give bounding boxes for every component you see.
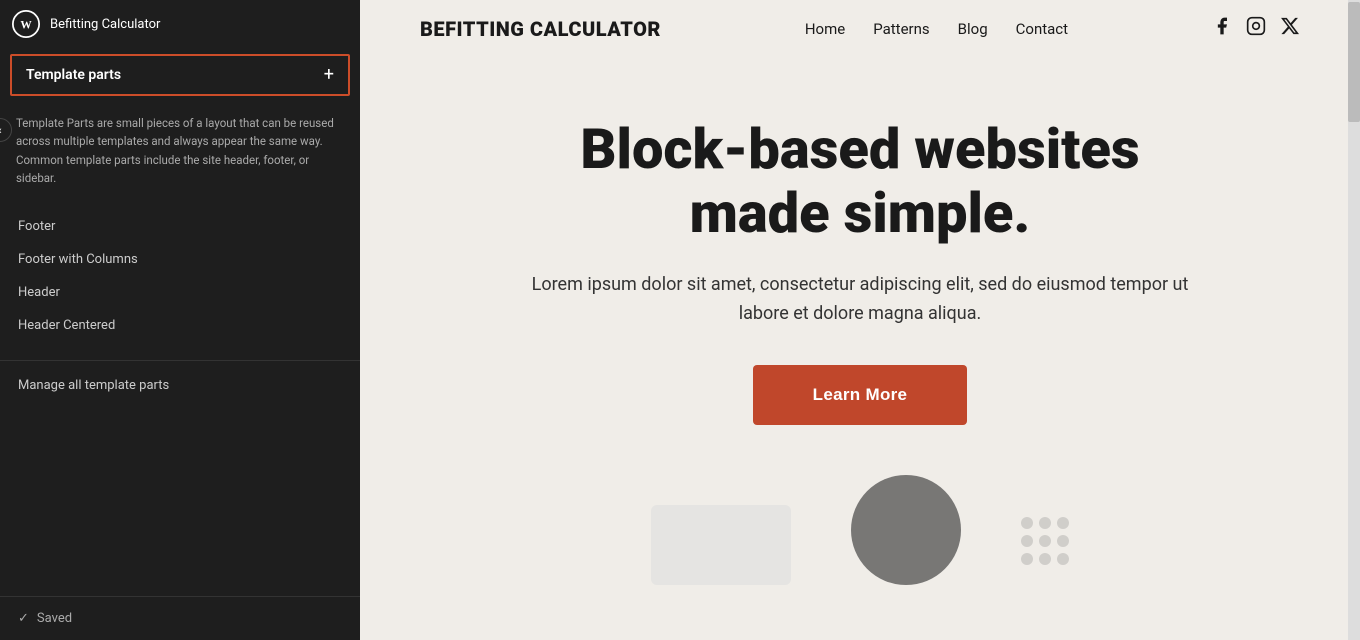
template-parts-list: Footer Footer with Columns Header Header… (0, 200, 360, 352)
dot (1021, 553, 1033, 565)
saved-label: Saved (37, 611, 72, 626)
list-item-footer[interactable]: Footer (0, 210, 360, 243)
scrollbar-thumb[interactable] (1348, 2, 1360, 122)
nav-home[interactable]: Home (805, 20, 845, 38)
site-nav: Home Patterns Blog Contact (805, 20, 1068, 38)
dot (1039, 535, 1051, 547)
svg-text:W: W (20, 19, 32, 31)
dots-grid (1021, 517, 1069, 565)
card-placeholder (651, 505, 791, 585)
add-template-part-button[interactable]: + (324, 66, 334, 84)
site-preview: BEFITTING CALCULATOR Home Patterns Blog … (360, 0, 1360, 640)
social-icons (1212, 16, 1300, 41)
sidebar-footer: ✓ Saved (0, 596, 360, 640)
wordpress-logo-icon: W (12, 10, 40, 38)
nav-blog[interactable]: Blog (958, 20, 988, 38)
instagram-icon[interactable] (1246, 16, 1266, 41)
twitter-icon[interactable] (1280, 16, 1300, 41)
dot (1057, 535, 1069, 547)
dot (1021, 517, 1033, 529)
template-parts-description: Template Parts are small pieces of a lay… (0, 102, 360, 200)
dot (1057, 517, 1069, 529)
preview-bottom-decoration (360, 475, 1360, 585)
learn-more-button[interactable]: Learn More (753, 365, 968, 425)
dot (1021, 535, 1033, 547)
facebook-icon[interactable] (1212, 16, 1232, 41)
site-header: BEFITTING CALCULATOR Home Patterns Blog … (360, 0, 1360, 57)
template-parts-title: Template parts (26, 67, 121, 83)
sidebar-topbar: W Befitting Calculator (0, 0, 360, 48)
list-item-header[interactable]: Header (0, 276, 360, 309)
nav-patterns[interactable]: Patterns (873, 20, 929, 38)
manage-template-parts-link[interactable]: Manage all template parts (0, 369, 360, 402)
sidebar-divider (0, 360, 360, 361)
nav-contact[interactable]: Contact (1016, 20, 1068, 38)
site-title: Befitting Calculator (50, 17, 160, 32)
template-parts-header: Template parts + (10, 54, 350, 96)
list-item-header-centered[interactable]: Header Centered (0, 309, 360, 342)
hero-title: Block-based websites made simple. (510, 117, 1210, 246)
list-item-footer-columns[interactable]: Footer with Columns (0, 243, 360, 276)
site-brand: BEFITTING CALCULATOR (420, 17, 661, 41)
saved-check-icon: ✓ (18, 611, 29, 626)
scrollbar-track[interactable] (1348, 0, 1360, 640)
sidebar: W Befitting Calculator ‹ Template parts … (0, 0, 360, 640)
dot (1057, 553, 1069, 565)
circle-placeholder (851, 475, 961, 585)
back-arrow-icon: ‹ (0, 124, 2, 137)
hero-subtitle: Lorem ipsum dolor sit amet, consectetur … (530, 270, 1190, 329)
hero-section: Block-based websites made simple. Lorem … (360, 57, 1360, 465)
dot (1039, 517, 1051, 529)
dot (1039, 553, 1051, 565)
